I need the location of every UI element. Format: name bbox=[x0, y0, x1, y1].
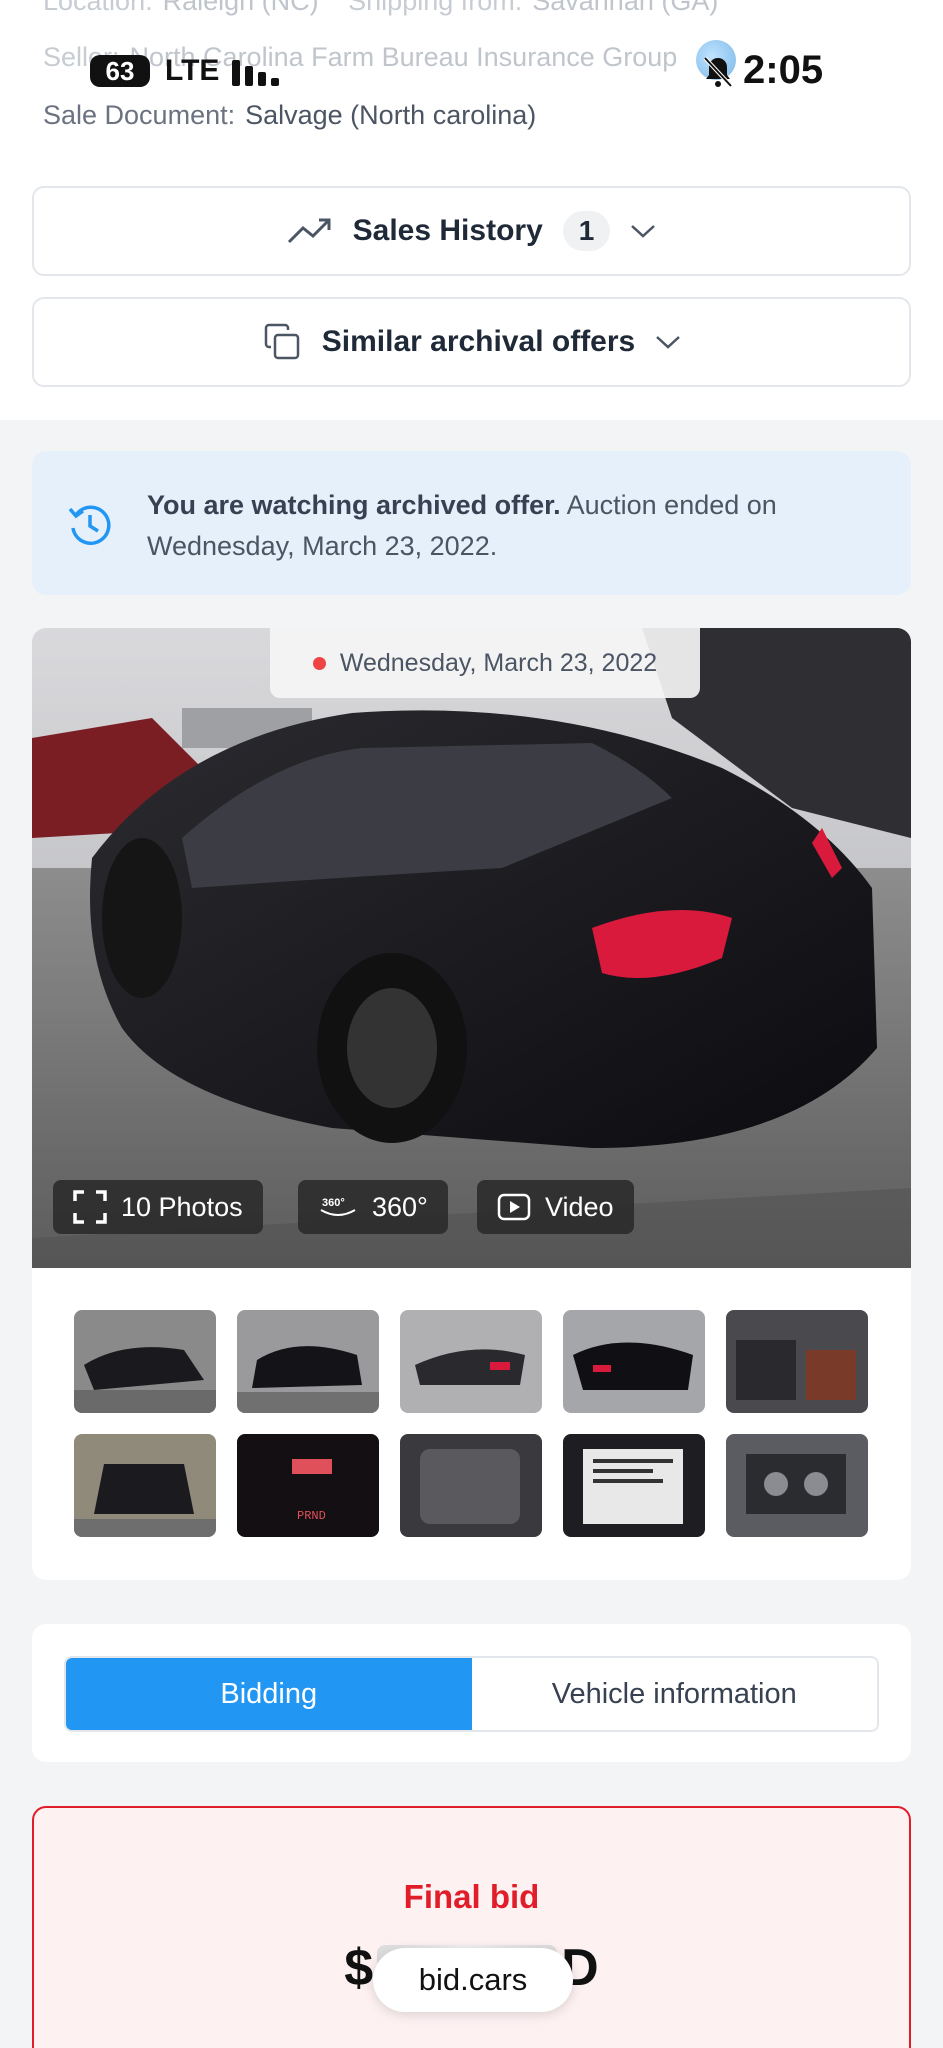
sales-history-button[interactable]: Sales History 1 bbox=[32, 186, 911, 276]
thumbnail-6[interactable] bbox=[74, 1434, 216, 1537]
thumbnail-7[interactable]: PRND bbox=[237, 1434, 379, 1537]
photo-gallery-card: Wednesday, March 23, 2022 10 Photos 360°… bbox=[32, 628, 911, 1580]
sale-document-label: Sale Document: bbox=[43, 100, 236, 130]
similar-offers-label: Similar archival offers bbox=[321, 325, 636, 358]
thumbnail-9[interactable] bbox=[563, 1434, 705, 1537]
location-value: Raleigh (NC) bbox=[162, 0, 319, 16]
status-dot-icon bbox=[312, 656, 326, 670]
status-bar: 63 LTE 2:05 bbox=[0, 40, 943, 100]
shipping-label: Shipping from: bbox=[348, 0, 523, 16]
archived-offer-bold: You are watching archived offer. bbox=[147, 490, 561, 520]
tab-bar: Bidding Vehicle information bbox=[64, 1656, 879, 1732]
archived-offer-text: You are watching archived offer. Auction… bbox=[147, 485, 867, 567]
thumbnail-4[interactable] bbox=[563, 1310, 705, 1413]
similar-archival-offers-button[interactable]: Similar archival offers bbox=[32, 297, 911, 387]
photos-button[interactable]: 10 Photos bbox=[53, 1180, 263, 1234]
video-button[interactable]: Video bbox=[477, 1180, 634, 1234]
svg-text:PRND: PRND bbox=[297, 1509, 326, 1523]
sales-history-label: Sales History bbox=[352, 214, 543, 247]
chevron-down-icon bbox=[656, 336, 681, 349]
view-360-label: 360° bbox=[372, 1191, 428, 1222]
status-badge: 63 bbox=[90, 55, 150, 87]
fullscreen-icon bbox=[73, 1190, 107, 1224]
video-button-label: Video bbox=[545, 1191, 614, 1222]
location-row: Location: Raleigh (NC) Shipping from: Sava… bbox=[43, 0, 718, 17]
auction-date: Wednesday, March 23, 2022 bbox=[339, 648, 658, 677]
sales-history-count: 1 bbox=[562, 211, 611, 251]
network-label: LTE bbox=[165, 54, 220, 87]
view-360-button[interactable]: 360° 360° bbox=[298, 1180, 448, 1234]
chevron-down-icon bbox=[631, 225, 656, 238]
sale-document-row: Sale Document: Salvage (North carolina) bbox=[43, 100, 536, 131]
thumbnail-10[interactable] bbox=[726, 1434, 868, 1537]
trend-up-icon bbox=[287, 218, 331, 244]
thumbnail-3[interactable] bbox=[400, 1310, 542, 1413]
sale-document-value: Salvage (North carolina) bbox=[245, 100, 537, 130]
clock-time: 2:05 bbox=[743, 48, 824, 92]
location-label: Location: bbox=[43, 0, 153, 16]
auction-date-chip: Wednesday, March 23, 2022 bbox=[270, 628, 700, 698]
thumbnail-5[interactable] bbox=[726, 1310, 868, 1413]
tabs-card: Bidding Vehicle information bbox=[32, 1624, 911, 1762]
svg-text:360°: 360° bbox=[322, 1197, 345, 1209]
vehicle-main-photo[interactable] bbox=[32, 628, 911, 1268]
thumbnail-2[interactable] bbox=[237, 1310, 379, 1413]
tab-bidding[interactable]: Bidding bbox=[66, 1658, 472, 1730]
final-bid-label: Final bid bbox=[403, 1878, 540, 1915]
thumbnail-8[interactable] bbox=[400, 1434, 542, 1537]
bell-muted-icon bbox=[703, 56, 733, 88]
copy-icon bbox=[264, 323, 299, 360]
history-icon bbox=[68, 505, 111, 545]
thumbnail-1[interactable] bbox=[74, 1310, 216, 1413]
archived-offer-banner: You are watching archived offer. Auction… bbox=[32, 451, 911, 595]
final-bid-prefix: $ bbox=[344, 1939, 374, 1997]
photos-button-label: 10 Photos bbox=[121, 1191, 243, 1222]
rotate-360-icon: 360° bbox=[320, 1197, 356, 1216]
play-icon bbox=[497, 1193, 531, 1221]
signal-icon bbox=[232, 54, 280, 86]
shipping-value: Savannah (GA) bbox=[532, 0, 719, 16]
tab-vehicle-information[interactable]: Vehicle information bbox=[471, 1658, 877, 1730]
site-watermark: bid.cars bbox=[373, 1948, 573, 2012]
